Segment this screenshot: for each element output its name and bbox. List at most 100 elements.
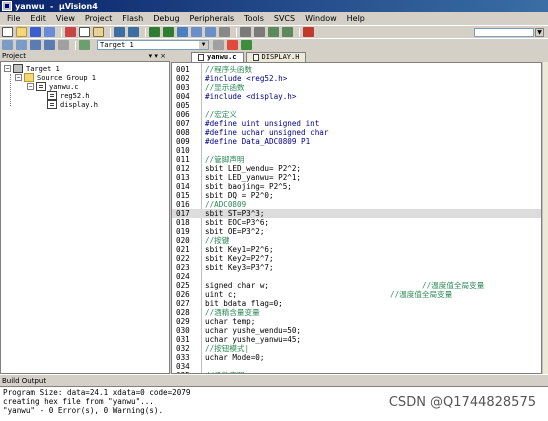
code-line[interactable]: 012 sbit LED_wendu= P2^2; bbox=[172, 164, 541, 173]
code-line[interactable]: 034 bbox=[172, 362, 541, 371]
line-number: 022 bbox=[176, 254, 190, 263]
code-line[interactable]: 001 //程序头函数 bbox=[172, 65, 541, 74]
bookmark-icon[interactable] bbox=[177, 27, 188, 37]
menu-peripherals[interactable]: Peripherals bbox=[185, 14, 240, 23]
code-line[interactable]: 018 sbit EOC=P3^6; bbox=[172, 218, 541, 227]
download-icon[interactable] bbox=[79, 40, 90, 50]
collapse-icon[interactable]: − bbox=[15, 74, 22, 81]
code-line[interactable]: 008 #define uchar unsigned char bbox=[172, 128, 541, 137]
menu-file[interactable]: File bbox=[2, 14, 25, 23]
navigate-forward-icon[interactable] bbox=[163, 27, 174, 37]
code-line[interactable]: 010 bbox=[172, 146, 541, 155]
open-folder-icon[interactable] bbox=[16, 27, 27, 37]
code-line[interactable]: 014 sbit baojing= P2^5; bbox=[172, 182, 541, 191]
code-line[interactable]: 022 sbit Key2=P2^7; bbox=[172, 254, 541, 263]
collapse-icon[interactable]: − bbox=[27, 83, 34, 90]
next-bookmark-icon[interactable] bbox=[205, 27, 216, 37]
redo-icon[interactable] bbox=[128, 27, 139, 37]
code-line[interactable]: 011 //管脚声明 bbox=[172, 155, 541, 164]
code-line[interactable]: 004 #include <display.h> bbox=[172, 92, 541, 101]
line-number: 014 bbox=[176, 182, 190, 191]
collapse-icon[interactable]: − bbox=[4, 65, 11, 72]
code-line[interactable]: 028 //酒精含量变量 bbox=[172, 308, 541, 317]
editor-scrollbar[interactable] bbox=[542, 62, 548, 374]
code-line[interactable]: 031 uchar yushe_yanwu=45; bbox=[172, 335, 541, 344]
batch-build-icon[interactable] bbox=[44, 40, 55, 50]
code-text: sbit baojing= P2^5; bbox=[205, 182, 292, 191]
file-extensions-icon[interactable] bbox=[241, 40, 252, 50]
line-number: 008 bbox=[176, 128, 190, 137]
code-line[interactable]: 003 //显示函数 bbox=[172, 83, 541, 92]
menu-project[interactable]: Project bbox=[80, 14, 117, 23]
tree-item-target[interactable]: − Target 1 bbox=[4, 64, 60, 73]
chevron-down-icon[interactable]: ▼ bbox=[535, 28, 544, 37]
tree-item-source-group[interactable]: − Source Group 1 bbox=[15, 73, 96, 82]
rebuild-icon[interactable] bbox=[30, 40, 41, 50]
cut-icon[interactable] bbox=[65, 27, 76, 37]
code-line[interactable]: 019 sbit OE=P3^2; bbox=[172, 227, 541, 236]
tree-item-yanwu-c[interactable]: − yanwu.c bbox=[27, 82, 79, 91]
undo-icon[interactable] bbox=[114, 27, 125, 37]
menu-debug[interactable]: Debug bbox=[148, 14, 184, 23]
find-combo[interactable] bbox=[474, 28, 534, 37]
target-options-icon[interactable] bbox=[213, 40, 224, 50]
menu-help[interactable]: Help bbox=[342, 14, 370, 23]
tab-display-h[interactable]: DISPLAY.H bbox=[245, 52, 307, 62]
build-icon[interactable] bbox=[16, 40, 27, 50]
tree-item-reg52-h[interactable]: reg52.h bbox=[47, 91, 90, 100]
code-text: uint c; bbox=[205, 290, 238, 299]
save-all-icon[interactable] bbox=[44, 27, 55, 37]
new-file-icon[interactable] bbox=[2, 27, 13, 37]
menu-view[interactable]: View bbox=[51, 14, 80, 23]
code-line[interactable]: 017 sbit ST=P3^3; bbox=[172, 209, 541, 218]
translate-icon[interactable] bbox=[2, 40, 13, 50]
menu-window[interactable]: Window bbox=[300, 14, 342, 23]
line-number: 025 bbox=[176, 281, 190, 290]
code-line[interactable]: 020 //按键 bbox=[172, 236, 541, 245]
code-line[interactable]: 029 uchar temp; bbox=[172, 317, 541, 326]
chevron-down-icon[interactable]: ▼ bbox=[199, 41, 208, 49]
indent-icon[interactable] bbox=[240, 27, 251, 37]
unindent-icon[interactable] bbox=[254, 27, 265, 37]
comment-icon[interactable] bbox=[268, 27, 279, 37]
menu-edit[interactable]: Edit bbox=[25, 14, 51, 23]
header-file-icon bbox=[47, 100, 57, 109]
code-line[interactable]: 032 //按钮模式| bbox=[172, 344, 541, 353]
inline-comment: //温度值全局变量 bbox=[422, 281, 485, 290]
save-icon[interactable] bbox=[30, 27, 41, 37]
code-line[interactable]: 016 //ADC0809 bbox=[172, 200, 541, 209]
code-line[interactable]: 002 #include <reg52.h> bbox=[172, 74, 541, 83]
navigate-back-icon[interactable] bbox=[149, 27, 160, 37]
code-line[interactable]: 006 //宏定义 bbox=[172, 110, 541, 119]
code-line[interactable]: 023 sbit Key3=P3^7; bbox=[172, 263, 541, 272]
line-number: 009 bbox=[176, 137, 190, 146]
code-editor[interactable]: 001 //程序头函数 002 #include <reg52.h> 003 //显示函数… bbox=[171, 62, 542, 374]
copy-icon[interactable] bbox=[79, 27, 90, 37]
code-line[interactable]: 009 #define Data_ADC0809 P1 bbox=[172, 137, 541, 146]
code-line[interactable]: 026 uint c; //温度值全局变量 bbox=[172, 290, 541, 299]
code-line[interactable]: 027 bit bdata flag=0; bbox=[172, 299, 541, 308]
menu-svcs[interactable]: SVCS bbox=[269, 14, 300, 23]
code-line[interactable]: 033 uchar Mode=0; bbox=[172, 353, 541, 362]
stop-build-icon[interactable] bbox=[58, 40, 69, 50]
paste-icon[interactable] bbox=[93, 27, 104, 37]
code-line[interactable]: 025 signed char w; //温度值全局变量 bbox=[172, 281, 541, 290]
code-line[interactable]: 013 sbit LED_yanwu= P2^1; bbox=[172, 173, 541, 182]
code-line[interactable]: 005 bbox=[172, 101, 541, 110]
tab-yanwu-c[interactable]: yanwu.c bbox=[191, 52, 244, 62]
clear-bookmarks-icon[interactable] bbox=[219, 27, 230, 37]
menu-tools[interactable]: Tools bbox=[239, 14, 269, 23]
code-line[interactable]: 024 bbox=[172, 272, 541, 281]
code-line[interactable]: 015 sbit DQ = P2^0; bbox=[172, 191, 541, 200]
code-line[interactable]: 021 sbit Key1=P2^6; bbox=[172, 245, 541, 254]
manage-components-icon[interactable] bbox=[227, 40, 238, 50]
find-in-files-icon[interactable] bbox=[303, 27, 314, 37]
code-line[interactable]: 007 #define uint unsigned int bbox=[172, 119, 541, 128]
prev-bookmark-icon[interactable] bbox=[191, 27, 202, 37]
menu-flash[interactable]: Flash bbox=[117, 14, 148, 23]
code-line[interactable]: 030 uchar yushe_wendu=50; bbox=[172, 326, 541, 335]
uncomment-icon[interactable] bbox=[282, 27, 293, 37]
target-select[interactable]: Target 1 ▼ bbox=[97, 40, 209, 50]
tree-item-display-h[interactable]: display.h bbox=[47, 100, 98, 109]
panel-controls[interactable]: ▾ ▾ × bbox=[149, 52, 166, 60]
